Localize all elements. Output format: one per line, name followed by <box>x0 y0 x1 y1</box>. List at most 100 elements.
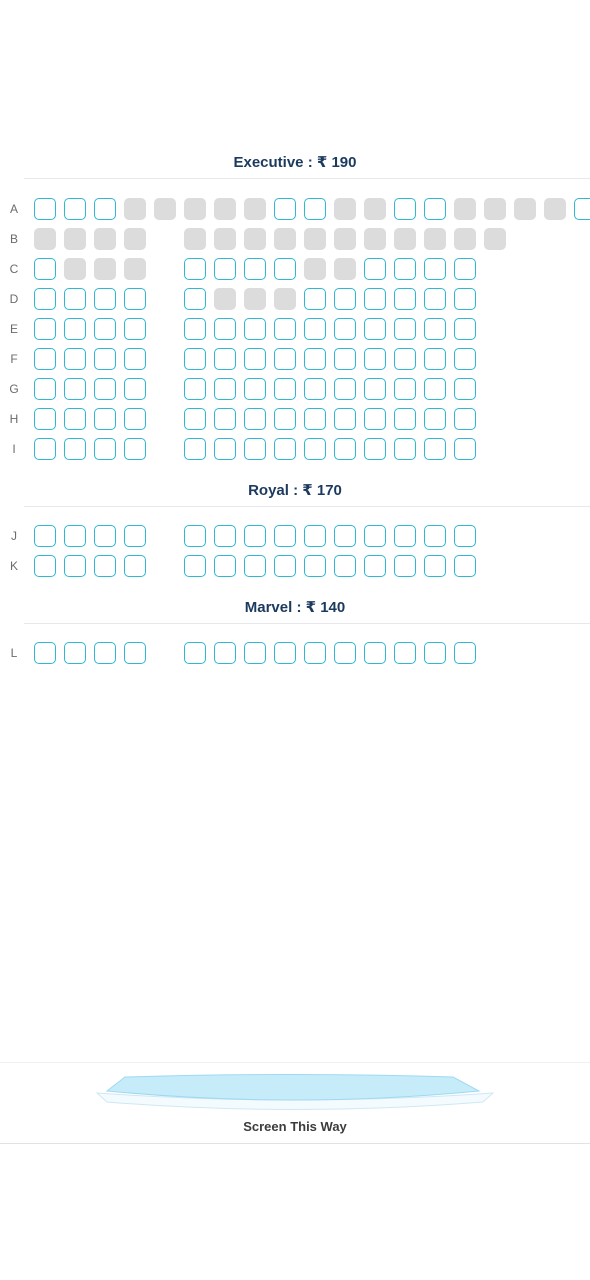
available-seat[interactable] <box>184 555 206 577</box>
available-seat[interactable] <box>364 348 386 370</box>
available-seat[interactable] <box>334 408 356 430</box>
available-seat[interactable] <box>94 378 116 400</box>
available-seat[interactable] <box>334 642 356 664</box>
available-seat[interactable] <box>214 258 236 280</box>
available-seat[interactable] <box>394 288 416 310</box>
available-seat[interactable] <box>364 378 386 400</box>
available-seat[interactable] <box>334 378 356 400</box>
available-seat[interactable] <box>94 348 116 370</box>
available-seat[interactable] <box>184 408 206 430</box>
available-seat[interactable] <box>334 288 356 310</box>
available-seat[interactable] <box>64 525 86 547</box>
available-seat[interactable] <box>304 198 326 220</box>
available-seat[interactable] <box>394 258 416 280</box>
available-seat[interactable] <box>124 555 146 577</box>
available-seat[interactable] <box>244 318 266 340</box>
available-seat[interactable] <box>214 555 236 577</box>
available-seat[interactable] <box>124 318 146 340</box>
available-seat[interactable] <box>244 642 266 664</box>
available-seat[interactable] <box>184 378 206 400</box>
available-seat[interactable] <box>424 438 446 460</box>
available-seat[interactable] <box>64 555 86 577</box>
available-seat[interactable] <box>364 318 386 340</box>
available-seat[interactable] <box>394 525 416 547</box>
available-seat[interactable] <box>64 318 86 340</box>
available-seat[interactable] <box>64 288 86 310</box>
available-seat[interactable] <box>394 408 416 430</box>
available-seat[interactable] <box>64 642 86 664</box>
available-seat[interactable] <box>94 555 116 577</box>
available-seat[interactable] <box>34 642 56 664</box>
available-seat[interactable] <box>274 555 296 577</box>
available-seat[interactable] <box>364 408 386 430</box>
available-seat[interactable] <box>304 642 326 664</box>
available-seat[interactable] <box>424 378 446 400</box>
available-seat[interactable] <box>454 555 476 577</box>
available-seat[interactable] <box>394 378 416 400</box>
available-seat[interactable] <box>124 348 146 370</box>
available-seat[interactable] <box>94 408 116 430</box>
available-seat[interactable] <box>394 348 416 370</box>
available-seat[interactable] <box>274 318 296 340</box>
available-seat[interactable] <box>454 408 476 430</box>
available-seat[interactable] <box>214 408 236 430</box>
available-seat[interactable] <box>214 348 236 370</box>
available-seat[interactable] <box>64 198 86 220</box>
available-seat[interactable] <box>34 555 56 577</box>
available-seat[interactable] <box>424 258 446 280</box>
available-seat[interactable] <box>424 408 446 430</box>
available-seat[interactable] <box>34 288 56 310</box>
available-seat[interactable] <box>244 378 266 400</box>
available-seat[interactable] <box>244 555 266 577</box>
available-seat[interactable] <box>64 348 86 370</box>
available-seat[interactable] <box>124 642 146 664</box>
available-seat[interactable] <box>124 438 146 460</box>
available-seat[interactable] <box>94 642 116 664</box>
available-seat[interactable] <box>454 318 476 340</box>
available-seat[interactable] <box>424 525 446 547</box>
available-seat[interactable] <box>394 555 416 577</box>
available-seat[interactable] <box>304 378 326 400</box>
available-seat[interactable] <box>424 642 446 664</box>
available-seat[interactable] <box>424 348 446 370</box>
available-seat[interactable] <box>34 438 56 460</box>
available-seat[interactable] <box>364 555 386 577</box>
available-seat[interactable] <box>574 198 590 220</box>
available-seat[interactable] <box>304 525 326 547</box>
available-seat[interactable] <box>274 258 296 280</box>
available-seat[interactable] <box>304 348 326 370</box>
available-seat[interactable] <box>364 258 386 280</box>
available-seat[interactable] <box>214 525 236 547</box>
available-seat[interactable] <box>124 525 146 547</box>
available-seat[interactable] <box>184 525 206 547</box>
available-seat[interactable] <box>34 258 56 280</box>
available-seat[interactable] <box>394 318 416 340</box>
available-seat[interactable] <box>364 288 386 310</box>
available-seat[interactable] <box>34 525 56 547</box>
available-seat[interactable] <box>64 438 86 460</box>
available-seat[interactable] <box>424 288 446 310</box>
available-seat[interactable] <box>394 438 416 460</box>
available-seat[interactable] <box>274 198 296 220</box>
available-seat[interactable] <box>214 378 236 400</box>
available-seat[interactable] <box>454 348 476 370</box>
available-seat[interactable] <box>184 438 206 460</box>
available-seat[interactable] <box>274 525 296 547</box>
available-seat[interactable] <box>94 288 116 310</box>
available-seat[interactable] <box>244 525 266 547</box>
available-seat[interactable] <box>94 438 116 460</box>
available-seat[interactable] <box>304 438 326 460</box>
available-seat[interactable] <box>334 525 356 547</box>
available-seat[interactable] <box>124 378 146 400</box>
available-seat[interactable] <box>244 408 266 430</box>
available-seat[interactable] <box>34 198 56 220</box>
available-seat[interactable] <box>364 642 386 664</box>
available-seat[interactable] <box>214 642 236 664</box>
available-seat[interactable] <box>274 378 296 400</box>
available-seat[interactable] <box>424 318 446 340</box>
available-seat[interactable] <box>244 258 266 280</box>
available-seat[interactable] <box>184 258 206 280</box>
available-seat[interactable] <box>424 198 446 220</box>
available-seat[interactable] <box>304 408 326 430</box>
available-seat[interactable] <box>274 438 296 460</box>
